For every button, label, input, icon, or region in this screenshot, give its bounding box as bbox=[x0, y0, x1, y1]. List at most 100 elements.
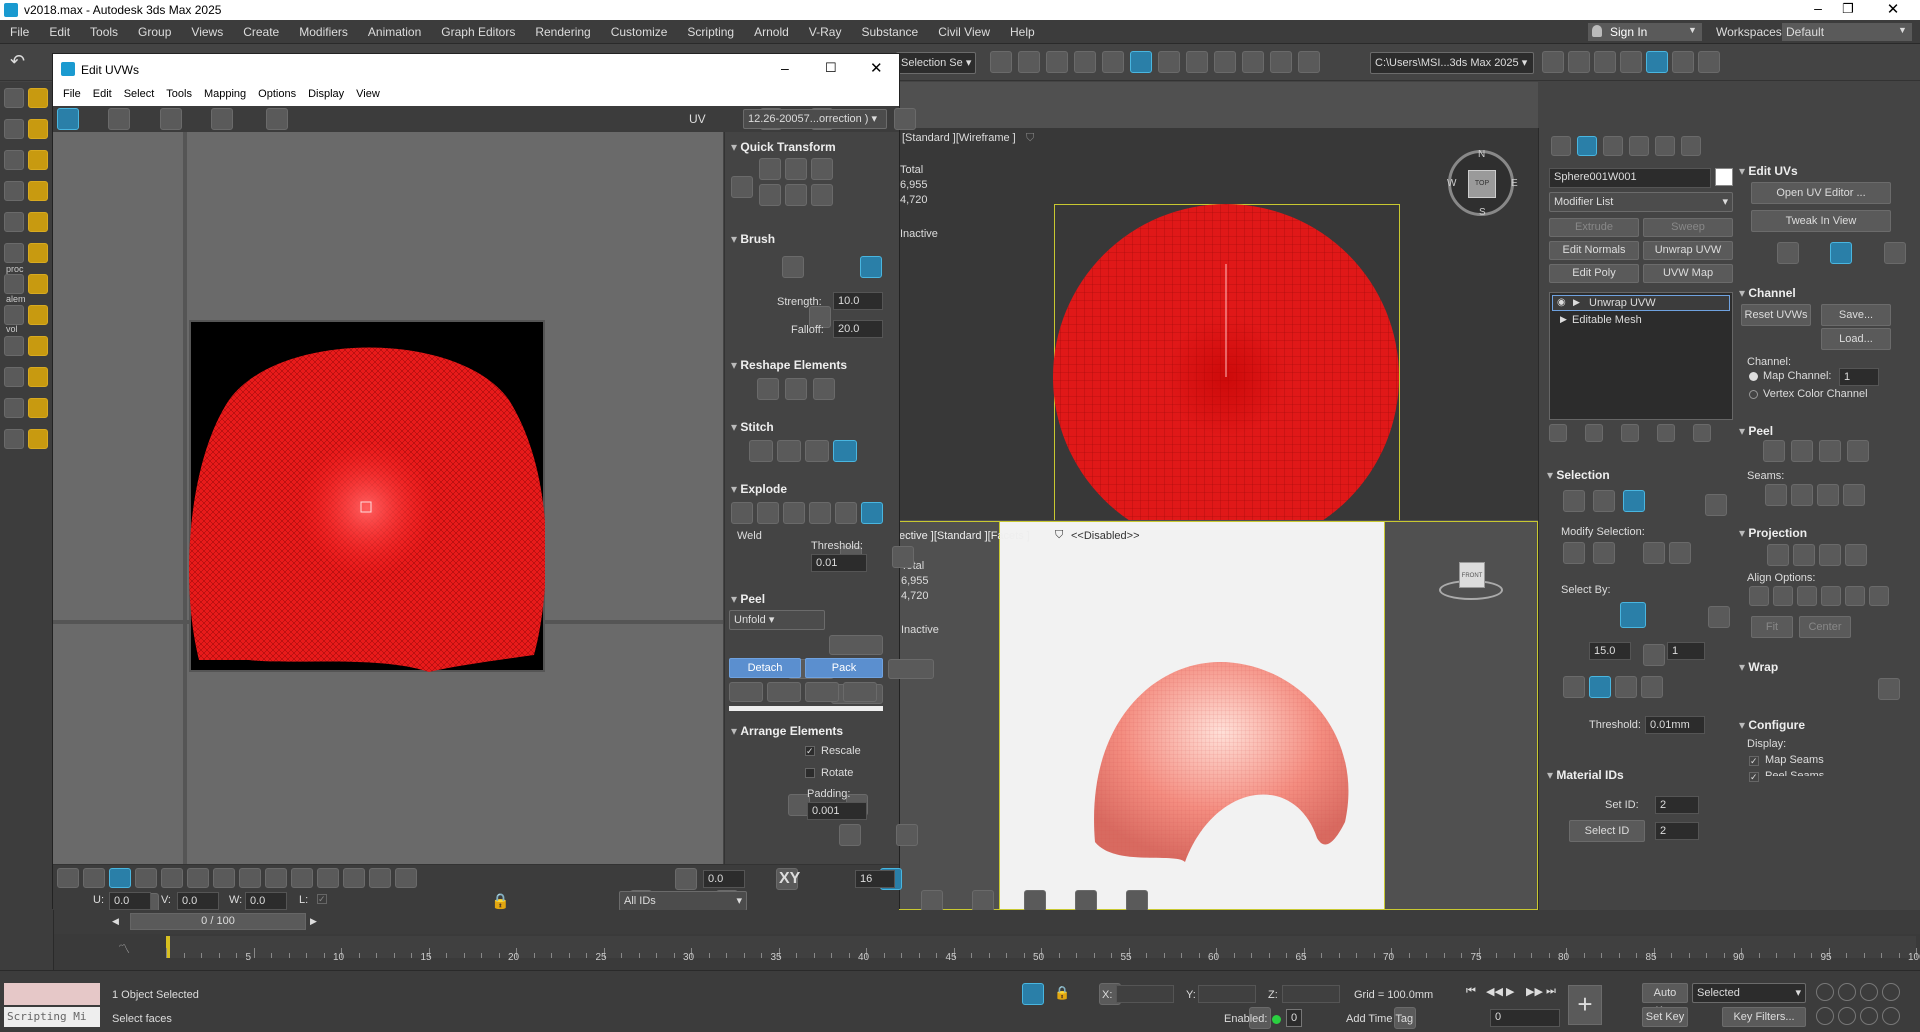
select-uv-icon[interactable] bbox=[1707, 606, 1730, 628]
display-tab-icon[interactable] bbox=[1655, 136, 1675, 156]
uvw-title-bar[interactable]: Edit UVWs – ☐ ✕ bbox=[53, 54, 899, 84]
reshape-header[interactable]: Reshape Elements bbox=[731, 358, 847, 372]
grid-size-input[interactable]: 16 bbox=[855, 870, 895, 888]
menu-rendering[interactable]: Rendering bbox=[525, 25, 600, 39]
shrink-icon[interactable] bbox=[187, 868, 209, 888]
menu-customize[interactable]: Customize bbox=[601, 25, 678, 39]
peel-reset-icon[interactable] bbox=[843, 682, 877, 702]
texture-dropdown[interactable]: 12.26-20057...orrection ) ▾ bbox=[743, 109, 887, 129]
projection-header[interactable]: Projection bbox=[1739, 526, 1807, 540]
relax-brush-icon[interactable] bbox=[859, 256, 882, 278]
y-coord[interactable] bbox=[1198, 985, 1256, 1003]
modifier-sweep-button[interactable]: Sweep bbox=[1643, 218, 1733, 237]
time-slider[interactable]: 0 / 100 bbox=[130, 913, 306, 930]
auto-key-button[interactable]: Auto Key bbox=[1642, 983, 1688, 1017]
tweak-in-view-button[interactable]: Tweak In View bbox=[1751, 210, 1891, 232]
save-uvs-button[interactable]: Save... bbox=[1821, 304, 1891, 326]
loop-icon[interactable] bbox=[1643, 542, 1665, 564]
tool-paint-icon[interactable] bbox=[4, 274, 24, 294]
render-setup-icon[interactable] bbox=[1214, 51, 1236, 73]
planar-angle-input[interactable]: 15.0 bbox=[1589, 642, 1631, 660]
w-input[interactable]: 0.0 bbox=[245, 892, 287, 910]
modifier-edit-normals-button[interactable]: Edit Normals bbox=[1549, 241, 1639, 260]
uvw-menu-edit[interactable]: Edit bbox=[89, 88, 120, 100]
configure-header[interactable]: Configure bbox=[1739, 718, 1805, 732]
align-normal-icon[interactable] bbox=[1821, 586, 1841, 606]
tool-cameras-icon[interactable] bbox=[28, 181, 48, 201]
display-settings-icon[interactable] bbox=[894, 108, 917, 130]
ring-icon[interactable] bbox=[1669, 542, 1691, 564]
maximize-icon[interactable]: ☐ bbox=[825, 60, 837, 76]
scene-explorer-icon[interactable] bbox=[1046, 51, 1068, 73]
tool-rotate-icon[interactable] bbox=[4, 119, 24, 139]
align-view-icon[interactable] bbox=[1845, 586, 1865, 606]
menu-arnold[interactable]: Arnold bbox=[744, 25, 799, 39]
tool-fluid-icon[interactable] bbox=[4, 398, 24, 418]
menu-substance[interactable]: Substance bbox=[851, 25, 928, 39]
menu-views[interactable]: Views bbox=[181, 25, 233, 39]
freeform-icon[interactable] bbox=[211, 108, 234, 130]
set-id-input[interactable]: 2 bbox=[1655, 796, 1699, 814]
viewcube-perspective[interactable]: FRONT bbox=[1439, 556, 1503, 600]
pin-stack-icon[interactable] bbox=[1549, 424, 1567, 442]
wrap-header[interactable]: Wrap bbox=[1739, 660, 1778, 674]
uvw-menu-view[interactable]: View bbox=[352, 88, 388, 100]
menu-edit[interactable]: Edit bbox=[39, 25, 80, 39]
modifier-uvw-map-button[interactable]: UVW Map bbox=[1643, 264, 1733, 283]
threshold-input[interactable]: 0.01mm bbox=[1645, 716, 1705, 734]
select-options-icon[interactable] bbox=[1705, 494, 1727, 516]
z-axis-icon[interactable] bbox=[1641, 676, 1663, 698]
tool-snap-icon[interactable] bbox=[4, 336, 24, 356]
uvw-menu-display[interactable]: Display bbox=[304, 88, 352, 100]
zoom-all-icon[interactable] bbox=[1838, 983, 1856, 1001]
menu-help[interactable]: Help bbox=[1000, 25, 1045, 39]
uv-editor-canvas[interactable] bbox=[53, 132, 723, 864]
save-project-icon[interactable] bbox=[1620, 51, 1642, 73]
close-icon[interactable]: ✕ bbox=[1878, 0, 1908, 18]
menu-animation[interactable]: Animation bbox=[358, 25, 431, 39]
select-element-icon[interactable] bbox=[1620, 602, 1647, 628]
select-face-icon[interactable] bbox=[1623, 490, 1645, 512]
object-color-swatch[interactable] bbox=[1715, 168, 1733, 186]
xy-toggle[interactable]: XY bbox=[779, 870, 800, 888]
face-select-icon[interactable] bbox=[109, 868, 131, 888]
align-vertical-icon[interactable] bbox=[759, 184, 781, 206]
configure-sets-icon[interactable] bbox=[1693, 424, 1711, 442]
utilities-tab-icon[interactable] bbox=[1681, 136, 1701, 156]
lock-selection-icon[interactable]: 🔒 bbox=[1054, 985, 1070, 1001]
curve-editor-icon[interactable]: 〽 bbox=[118, 940, 130, 957]
u-input[interactable]: 0.0 bbox=[109, 892, 151, 910]
uv-label[interactable]: UV bbox=[689, 112, 706, 126]
loop-shrink-icon[interactable] bbox=[239, 868, 261, 888]
play-icon[interactable]: ▶ bbox=[1506, 985, 1522, 1001]
straighten-icon[interactable] bbox=[757, 378, 779, 400]
reset-uvws-button[interactable]: Reset UVWs bbox=[1741, 304, 1811, 326]
l-checkbox[interactable]: ✓ bbox=[317, 894, 327, 904]
arrange-header[interactable]: Arrange Elements bbox=[731, 724, 843, 738]
enabled-value[interactable]: 0 bbox=[1286, 1009, 1302, 1027]
selection-header[interactable]: Selection bbox=[1547, 468, 1609, 482]
menu-file[interactable]: File bbox=[0, 25, 39, 39]
modifier-unwrap-uvw-button[interactable]: Unwrap UVW bbox=[1643, 241, 1733, 260]
falloff-input[interactable]: 20.0 bbox=[833, 320, 883, 338]
scale-icon[interactable] bbox=[159, 108, 182, 130]
isolate-icon[interactable] bbox=[1022, 983, 1044, 1005]
mirror-icon[interactable] bbox=[990, 51, 1012, 73]
current-frame-input[interactable]: 0 bbox=[1490, 1009, 1560, 1027]
loop-grow-icon[interactable] bbox=[213, 868, 235, 888]
rotate-icon[interactable] bbox=[108, 108, 131, 130]
peel-mode-icon[interactable] bbox=[887, 659, 934, 679]
undo-history-icon[interactable] bbox=[1672, 51, 1694, 73]
tool-explode-icon[interactable] bbox=[4, 429, 24, 449]
quick-transform-header[interactable]: Quick Transform bbox=[731, 140, 835, 154]
edge-select-icon[interactable] bbox=[83, 868, 105, 888]
align-y-icon[interactable] bbox=[1773, 586, 1793, 606]
rectangular-icon[interactable] bbox=[813, 378, 835, 400]
tool-helpers-icon[interactable] bbox=[4, 212, 24, 232]
menu-modifiers[interactable]: Modifiers bbox=[289, 25, 358, 39]
align-z-icon[interactable] bbox=[1797, 586, 1817, 606]
render-icon[interactable] bbox=[1270, 51, 1292, 73]
uvw-menu-options[interactable]: Options bbox=[254, 88, 304, 100]
tool-move-icon[interactable] bbox=[28, 88, 48, 108]
paint-select-icon[interactable] bbox=[343, 868, 365, 888]
